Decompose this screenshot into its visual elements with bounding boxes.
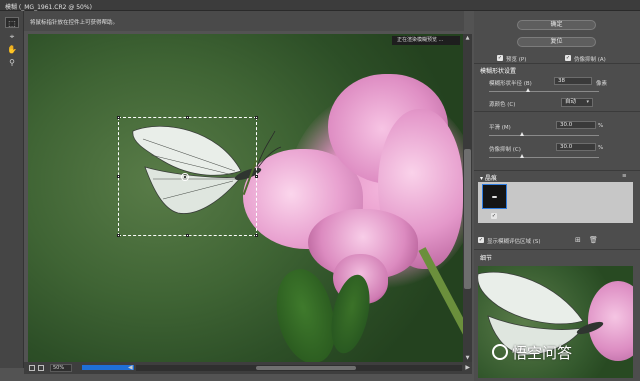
artifact-suppress-label: 伪像抑制 (C) xyxy=(489,147,521,153)
blur-radius-slider[interactable] xyxy=(489,91,599,92)
zoom-level[interactable]: 50% xyxy=(50,364,72,372)
blur-radius-unit: 像素 xyxy=(596,81,608,87)
blur-pin-icon[interactable] xyxy=(181,173,189,181)
horizontal-scroll-thumb[interactable] xyxy=(256,366,356,370)
source-color-value: 自动 xyxy=(565,99,577,105)
pin-tool-icon[interactable]: ⌖ xyxy=(5,31,19,42)
artifact-checkbox[interactable]: ✓ xyxy=(565,55,571,61)
scroll-down-icon[interactable]: ▼ xyxy=(463,354,472,362)
reset-button[interactable]: 复位 xyxy=(517,37,596,47)
scroll-up-icon[interactable]: ▲ xyxy=(463,34,472,42)
panel-menu-icon[interactable]: ≡ xyxy=(622,173,627,179)
wukong-logo xyxy=(492,344,508,360)
selection-handle[interactable] xyxy=(117,116,120,119)
actual-size-icon[interactable] xyxy=(38,365,44,371)
selection-handle[interactable] xyxy=(117,175,120,178)
show-traces-label: 显示模糊评估区域 (S) xyxy=(487,239,541,245)
artifact-suppress-unit: % xyxy=(598,145,604,151)
selection-handle[interactable] xyxy=(255,175,258,178)
window-title: 模糊 (_MG_1961.CR2 @ 50%) xyxy=(5,4,92,11)
selection-handle[interactable] xyxy=(186,116,189,119)
zoom-tool-icon[interactable]: ⚲ xyxy=(5,57,19,68)
blur-trace-strip: ✓ xyxy=(478,182,633,223)
vertical-scrollbar[interactable]: ▲ ▼ xyxy=(463,34,472,362)
status-bar: 50% ◀ ▶ xyxy=(24,362,472,374)
marquee-tool-icon[interactable]: ⬚ xyxy=(5,17,19,28)
vertical-scroll-thumb[interactable] xyxy=(464,149,471,289)
hand-tool-icon[interactable]: ✋ xyxy=(5,44,19,55)
render-progress-fill xyxy=(82,365,134,370)
render-status: 正在渲染模糊预览 ... xyxy=(392,36,460,45)
horizontal-scrollbar[interactable]: ◀ ▶ xyxy=(128,364,470,371)
tool-bar: ⬚ ⌖ ✋ ⚲ xyxy=(0,11,24,368)
hint-bar: 将鼠标指针放在控件上可获得帮助。 xyxy=(24,11,464,31)
blur-trace-thumbnail[interactable] xyxy=(482,184,507,209)
artifact-suppress-slider[interactable] xyxy=(489,157,599,158)
blur-options-panel: 确定 复位 ✓ 预览 (P) ✓ 伪像抑制 (A) 模糊形状设置 模糊形状半径 … xyxy=(474,11,640,381)
scroll-left-icon[interactable]: ◀ xyxy=(128,364,133,372)
smooth-unit: % xyxy=(598,123,604,129)
divider xyxy=(474,170,640,171)
ok-button[interactable]: 确定 xyxy=(517,20,596,30)
scroll-right-icon[interactable]: ▶ xyxy=(465,364,470,372)
smooth-input[interactable]: 30.0 xyxy=(556,121,596,129)
divider xyxy=(474,111,640,112)
divider xyxy=(474,63,640,64)
blur-radius-slider-knob[interactable] xyxy=(526,88,530,92)
preview-checkbox[interactable]: ✓ xyxy=(497,55,503,61)
source-color-select[interactable]: 自动 ▾ xyxy=(561,98,593,107)
help-hint: 将鼠标指针放在控件上可获得帮助。 xyxy=(30,20,119,26)
selection-handle[interactable] xyxy=(255,234,258,237)
artifact-suppress-slider-knob[interactable] xyxy=(520,154,524,158)
artifact-suppress-input[interactable]: 30.0 xyxy=(556,143,596,151)
smooth-label: 平滑 (M) xyxy=(489,125,511,131)
show-traces-checkbox[interactable]: ✓ xyxy=(478,237,484,243)
fit-screen-icon[interactable] xyxy=(29,365,35,371)
window-titlebar: 模糊 (_MG_1961.CR2 @ 50%) xyxy=(0,0,640,11)
source-color-label: 源颜色 (C) xyxy=(489,102,516,108)
navigator-heading: 细节 xyxy=(480,255,493,262)
selection-handle[interactable] xyxy=(117,234,120,237)
motion-blur-heading: 模糊形状设置 xyxy=(480,68,517,75)
watermark-text: 悟空问答 xyxy=(512,344,573,362)
blur-radius-label: 模糊形状半径 (B) xyxy=(489,81,532,87)
preview-label: 预览 (P) xyxy=(506,57,527,63)
blur-radius-input[interactable]: 38 xyxy=(554,77,592,85)
chevron-down-icon: ▾ xyxy=(586,99,589,105)
selection-handle[interactable] xyxy=(186,234,189,237)
smooth-slider[interactable] xyxy=(489,135,599,136)
render-progress-bar xyxy=(82,365,134,370)
divider xyxy=(474,249,640,250)
selection-handle[interactable] xyxy=(255,116,258,119)
trace-checkbox[interactable]: ✓ xyxy=(491,213,497,219)
artifact-label: 伪像抑制 (A) xyxy=(574,57,606,63)
new-trace-icon[interactable]: ⊞ xyxy=(575,236,581,244)
trash-icon[interactable]: 🗑 xyxy=(589,236,598,244)
traces-heading[interactable]: ▾ 晶痕 xyxy=(480,173,497,182)
smooth-slider-knob[interactable] xyxy=(520,132,524,136)
